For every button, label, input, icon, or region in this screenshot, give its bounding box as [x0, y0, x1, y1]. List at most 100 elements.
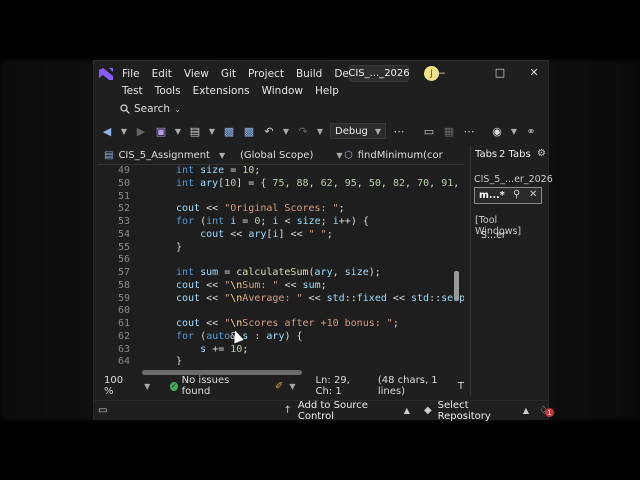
share-icon[interactable]: ⚭	[524, 125, 538, 138]
copilot-icon[interactable]: ◉	[490, 125, 504, 138]
zoom-level[interactable]: 100 %	[104, 375, 130, 397]
project-dropdown[interactable]: ▤ CIS_5_Assignment ▼	[104, 147, 225, 163]
line-number: 59	[117, 292, 130, 304]
close-icon[interactable]: ✕	[529, 189, 537, 200]
issues-status[interactable]: No issues found	[182, 375, 247, 397]
search-label: Search	[134, 103, 171, 115]
forward-icon[interactable]: ▶	[134, 125, 148, 138]
menu-tools[interactable]: Tools	[149, 85, 187, 97]
redo-dropdown-icon[interactable]: ▼	[316, 127, 324, 136]
chevron-up-icon[interactable]: ▲	[404, 406, 410, 415]
project-icon: ▤	[104, 149, 114, 161]
configuration-dropdown[interactable]: Debug ▼	[330, 123, 386, 139]
tab-indicator[interactable]: T	[458, 381, 464, 392]
save-icon[interactable]: ▩	[222, 125, 236, 138]
code-line[interactable]: 53 for (int i = 0; i < size; i++) {	[98, 216, 464, 229]
code-text: int ary[10] = { 75, 88, 62, 95, 50, 82, …	[176, 177, 460, 189]
solution-name[interactable]: CIS_..._2026	[348, 65, 410, 82]
menu-project[interactable]: Project	[242, 68, 290, 80]
add-to-source-control[interactable]: Add to Source Control	[298, 400, 400, 422]
line-number: 53	[117, 216, 130, 227]
code-line[interactable]: 61 cout << "\nScores after +10 bonus: ";	[98, 318, 464, 331]
code-line[interactable]: 50 int ary[10] = { 75, 88, 62, 95, 50, 82…	[98, 178, 464, 191]
comment-icon[interactable]: ▭	[422, 125, 436, 138]
code-text: int sum = calculateSum(ary, size);	[176, 267, 381, 278]
menu-view[interactable]: View	[178, 68, 215, 80]
feedback-icon[interactable]: ▭	[98, 405, 107, 416]
select-repository[interactable]: Select Repository	[438, 400, 519, 422]
scope-dropdown[interactable]: (Global Scope) ▼	[240, 147, 343, 163]
chevron-down-icon: ⌄	[174, 104, 181, 114]
menu-extensions[interactable]: Extensions	[187, 85, 256, 97]
code-text: }	[176, 356, 183, 365]
code-line[interactable]: 58 cout << "\nSum: " << sum;	[98, 280, 464, 293]
back-dropdown-icon[interactable]: ▼	[120, 127, 128, 136]
pin-icon[interactable]: ⚲	[513, 189, 520, 200]
code-line[interactable]: 56	[98, 254, 464, 267]
menu-file[interactable]: File	[116, 68, 146, 80]
menu-edit[interactable]: Edit	[146, 68, 178, 80]
search-icon	[120, 104, 130, 114]
open-file-icon[interactable]: ▤	[188, 125, 202, 138]
brush-icon[interactable]: ✐	[275, 381, 283, 392]
gear-icon[interactable]: ⚙	[537, 148, 546, 159]
code-line[interactable]: 49 int size = 10;	[98, 165, 464, 178]
cursor-position[interactable]: Ln: 29, Ch: 1	[315, 375, 367, 397]
code-text: for (int i = 0; i < size; i++) {	[176, 216, 369, 227]
code-line[interactable]: 51	[98, 191, 464, 204]
code-editor[interactable]: 49 int size = 10; 50 int ary[10] = { 75, 88…	[98, 165, 464, 365]
toolbar-icon-a[interactable]: ▦	[442, 125, 456, 138]
menu-build[interactable]: Build	[290, 68, 328, 80]
maximize-button[interactable]: □	[490, 65, 510, 81]
new-item-dropdown-icon[interactable]: ▼	[174, 127, 182, 136]
vertical-scrollbar[interactable]	[454, 271, 459, 301]
line-number: 58	[117, 279, 130, 291]
code-text: cout << "\nAverage: " << std::fixed << s…	[176, 292, 464, 304]
undo-dropdown-icon[interactable]: ▼	[282, 127, 290, 136]
back-icon[interactable]: ◀	[100, 125, 114, 138]
code-line[interactable]: 54 cout << ary[i] << " ";	[98, 229, 464, 242]
menu-git[interactable]: Git	[215, 68, 242, 80]
line-number: 64	[117, 356, 130, 365]
code-text: s += 10;	[200, 343, 249, 355]
toolbar: ◀ ▼ ▶ ▣ ▼ ▤ ▼ ▩ ▩ ↶ ▼ ↷ ▼ Debug ▼ ⋯ ▭ ▦ …	[100, 121, 546, 141]
code-line[interactable]: 59 cout << "\nAverage: " << std::fixed <<…	[98, 293, 464, 306]
code-line[interactable]: 63 s += 10;	[98, 344, 464, 357]
code-line[interactable]: 55}	[98, 242, 464, 255]
member-dropdown[interactable]: ⬡ findMinimum(cor	[344, 147, 443, 163]
code-line[interactable]: 64}	[98, 356, 464, 365]
redo-icon[interactable]: ↷	[296, 125, 310, 138]
notifications-icon[interactable]: ♢ 1	[539, 405, 555, 417]
editor-navigation-bar: ▤ CIS_5_Assignment ▼ (Global Scope) ▼ ⬡ …	[98, 146, 464, 165]
code-line[interactable]: 62 for (auto& s : ary) {	[98, 331, 464, 344]
chevron-up-icon[interactable]: ▲	[523, 406, 529, 415]
chevron-down-icon[interactable]: ▼	[144, 382, 150, 391]
copilot-dropdown-icon[interactable]: ▼	[510, 127, 518, 136]
code-text: cout << "\nScores after +10 bonus: ";	[176, 318, 399, 329]
code-line[interactable]: 57 int sum = calculateSum(ary, size);	[98, 267, 464, 280]
save-all-icon[interactable]: ▩	[242, 125, 256, 138]
more-icon-2[interactable]: ⋯	[462, 125, 476, 138]
chevron-down-icon[interactable]: ▼	[289, 382, 295, 391]
status-bar: ▭ ↑ Add to Source Control ▲ ◆ Select Rep…	[94, 400, 555, 422]
code-line[interactable]: 60	[98, 305, 464, 318]
editor-status-bar: 100 % ▼ ✓ No issues found ✐ ▼ Ln: 29, Ch…	[98, 375, 464, 397]
line-number: 57	[117, 267, 130, 278]
minimize-button[interactable]: —	[430, 65, 450, 81]
member-label: findMinimum(cor	[357, 149, 443, 161]
menu-help[interactable]: Help	[309, 85, 345, 97]
menu-bar: File Edit View Git Project Build Debug	[116, 65, 375, 83]
notification-badge: 1	[545, 408, 555, 417]
code-line[interactable]: 52 cout << "Original Scores: ";	[98, 203, 464, 216]
active-tab[interactable]: m...* ⚲ ✕	[474, 187, 542, 204]
more-icon[interactable]: ⋯	[392, 125, 406, 138]
menu-window[interactable]: Window	[256, 85, 309, 97]
undo-icon[interactable]: ↶	[262, 125, 276, 138]
open-dropdown-icon[interactable]: ▼	[208, 127, 216, 136]
tool-window-item[interactable]: S...er	[481, 230, 506, 241]
menu-test[interactable]: Test	[116, 85, 149, 97]
tabs-count: 2 Tabs	[499, 149, 531, 160]
search-box[interactable]: Search ⌄	[120, 101, 181, 117]
new-item-icon[interactable]: ▣	[154, 125, 168, 138]
close-button[interactable]: ✕	[524, 65, 544, 81]
